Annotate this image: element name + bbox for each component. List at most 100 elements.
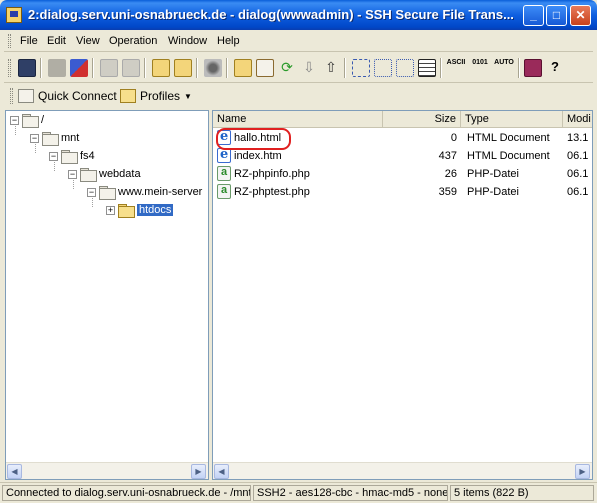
collapse-icon[interactable]: − bbox=[49, 151, 58, 161]
ascii-mode-icon[interactable]: ASCII bbox=[446, 59, 466, 77]
large-icons-icon[interactable] bbox=[352, 59, 370, 77]
file-name: index.htm bbox=[234, 150, 282, 162]
file-modified: 13.1 bbox=[567, 132, 589, 144]
minimize-button[interactable]: _ bbox=[523, 5, 544, 26]
list-view-icon[interactable] bbox=[396, 59, 414, 77]
scroll-left-icon[interactable]: ◀ bbox=[214, 464, 229, 479]
scroll-right-icon[interactable]: ▶ bbox=[191, 464, 206, 479]
quick-connect-button[interactable]: Quick Connect bbox=[18, 87, 117, 105]
scroll-right-icon[interactable]: ▶ bbox=[575, 464, 590, 479]
status-items: 5 items (822 B) bbox=[450, 485, 594, 501]
file-type: HTML Document bbox=[467, 150, 550, 162]
collapse-icon[interactable]: − bbox=[87, 187, 96, 197]
menu-window[interactable]: Window bbox=[168, 35, 207, 47]
quickbar-grip[interactable] bbox=[10, 88, 13, 104]
folder-icon bbox=[99, 185, 116, 200]
tree-node-label: htdocs bbox=[137, 204, 174, 216]
expand-icon[interactable]: + bbox=[106, 205, 115, 215]
status-bar: Connected to dialog.serv.uni-osnabrueck.… bbox=[0, 482, 597, 503]
tree-node-htdocs[interactable]: + htdocs bbox=[106, 202, 174, 218]
tree-node-fs4[interactable]: − fs4 bbox=[49, 148, 95, 164]
file-size: 437 bbox=[438, 150, 457, 162]
toolbar-separator bbox=[144, 58, 146, 78]
up-folder-icon[interactable] bbox=[234, 59, 252, 77]
maximize-button[interactable]: □ bbox=[546, 5, 567, 26]
toolbar-separator bbox=[440, 58, 442, 78]
tree-node-label: mnt bbox=[61, 132, 80, 144]
html-file-icon bbox=[217, 147, 231, 163]
file-type: PHP-Datei bbox=[467, 168, 519, 180]
binary-mode-icon[interactable]: 0101 bbox=[470, 59, 490, 77]
menu-view[interactable]: View bbox=[76, 35, 100, 47]
menu-file[interactable]: File bbox=[20, 35, 38, 47]
file-size: 0 bbox=[450, 132, 457, 144]
menu-bar: File Edit View Operation Window Help bbox=[4, 30, 593, 52]
new-file-transfer-icon[interactable] bbox=[174, 59, 192, 77]
tree-node-mnt[interactable]: − mnt bbox=[30, 130, 79, 146]
file-list[interactable]: Name Size Type Modi hallo.html 0 HTML Do… bbox=[212, 110, 593, 480]
close-button[interactable]: ✕ bbox=[570, 5, 591, 26]
tree-horizontal-scrollbar[interactable]: ◀ ▶ bbox=[6, 462, 208, 479]
file-row[interactable]: RZ-phpinfo.php 26 PHP-Datei 06.1 bbox=[213, 165, 592, 183]
home-icon[interactable] bbox=[256, 59, 274, 77]
auto-mode-icon[interactable]: AUTO bbox=[494, 59, 514, 77]
paste-icon[interactable] bbox=[122, 59, 140, 77]
toolbar-separator bbox=[344, 58, 346, 78]
help-book-icon[interactable] bbox=[524, 59, 542, 77]
profiles-button[interactable]: Profiles ▼ bbox=[120, 87, 192, 105]
settings-icon[interactable] bbox=[204, 59, 222, 77]
tree-node-label: webdata bbox=[99, 168, 141, 180]
download-icon[interactable]: ⇩ bbox=[300, 59, 318, 77]
file-horizontal-scrollbar[interactable]: ◀ ▶ bbox=[213, 462, 592, 479]
column-header-name[interactable]: Name bbox=[213, 111, 383, 128]
menu-help[interactable]: Help bbox=[217, 35, 240, 47]
menu-grip[interactable] bbox=[8, 34, 11, 48]
toolbar-separator bbox=[92, 58, 94, 78]
open-folder-icon bbox=[118, 203, 135, 218]
file-size: 26 bbox=[444, 168, 457, 180]
app-icon bbox=[6, 7, 22, 23]
save-icon[interactable] bbox=[18, 59, 36, 77]
file-modified: 06.1 bbox=[567, 150, 589, 162]
folder-icon bbox=[42, 131, 59, 146]
column-header-type[interactable]: Type bbox=[461, 111, 563, 128]
quick-connect-bar: Quick Connect Profiles ▼ bbox=[4, 84, 593, 108]
chevron-down-icon: ▼ bbox=[184, 91, 192, 101]
file-name: RZ-phpinfo.php bbox=[234, 168, 310, 180]
status-connection: Connected to dialog.serv.uni-osnabrueck.… bbox=[2, 485, 251, 501]
tree-node-label: www.mein-server bbox=[118, 186, 203, 198]
folder-icon bbox=[61, 149, 78, 164]
column-header-modified[interactable]: Modi bbox=[563, 111, 592, 128]
new-terminal-icon[interactable] bbox=[152, 59, 170, 77]
details-view-icon[interactable] bbox=[418, 59, 436, 77]
refresh-icon[interactable]: ⟳ bbox=[278, 59, 296, 77]
column-header-size[interactable]: Size bbox=[383, 111, 461, 128]
menu-edit[interactable]: Edit bbox=[47, 35, 66, 47]
tree-node-root[interactable]: − / bbox=[10, 112, 44, 128]
window-title: 2:dialog.serv.uni-osnabrueck.de - dialog… bbox=[28, 7, 514, 22]
scroll-left-icon[interactable]: ◀ bbox=[7, 464, 22, 479]
small-icons-icon[interactable] bbox=[374, 59, 392, 77]
context-help-icon[interactable]: ? bbox=[546, 59, 564, 77]
new-connection-icon[interactable] bbox=[70, 59, 88, 77]
collapse-icon[interactable]: − bbox=[68, 169, 77, 179]
toolbar: ⟳ ⇩ ⇧ ASCII 0101 AUTO ? bbox=[4, 53, 593, 83]
file-modified: 06.1 bbox=[567, 168, 589, 180]
menu-operation[interactable]: Operation bbox=[109, 35, 157, 47]
upload-icon[interactable]: ⇧ bbox=[322, 59, 340, 77]
collapse-icon[interactable]: − bbox=[30, 133, 39, 143]
title-bar: 2:dialog.serv.uni-osnabrueck.de - dialog… bbox=[0, 0, 597, 30]
status-cipher: SSH2 - aes128-cbc - hmac-md5 - none bbox=[253, 485, 448, 501]
folder-tree[interactable]: − / − mnt − fs4 − webdata − www.mein-ser… bbox=[5, 110, 209, 480]
file-row[interactable]: RZ-phptest.php 359 PHP-Datei 06.1 bbox=[213, 183, 592, 201]
toolbar-separator bbox=[518, 58, 520, 78]
file-type: HTML Document bbox=[467, 132, 550, 144]
php-file-icon bbox=[217, 184, 231, 199]
tree-node-www-mein-server[interactable]: − www.mein-server bbox=[87, 184, 202, 200]
copy-icon[interactable] bbox=[100, 59, 118, 77]
tree-node-webdata[interactable]: − webdata bbox=[68, 166, 141, 182]
disconnect-icon[interactable] bbox=[48, 59, 66, 77]
folder-icon bbox=[22, 113, 39, 128]
toolbar-grip[interactable] bbox=[8, 59, 11, 77]
collapse-icon[interactable]: − bbox=[10, 115, 19, 125]
